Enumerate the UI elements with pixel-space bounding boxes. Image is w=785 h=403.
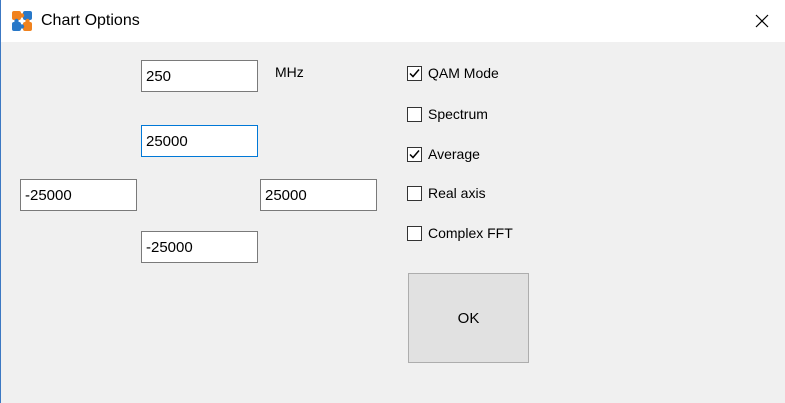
x-max-input[interactable] [260, 179, 377, 211]
window-title: Chart Options [41, 12, 140, 29]
qam-mode-label: QAM Mode [428, 65, 499, 81]
real-axis-label: Real axis [428, 185, 486, 201]
ok-button[interactable]: OK [408, 273, 529, 363]
spectrum-label: Spectrum [428, 106, 488, 122]
close-icon [755, 14, 769, 28]
complex-fft-label: Complex FFT [428, 225, 513, 241]
checkbox-box[interactable] [407, 146, 422, 162]
close-button[interactable] [739, 0, 785, 42]
qam-mode-checkbox[interactable]: QAM Mode [407, 62, 499, 84]
complex-fft-checkbox[interactable]: Complex FFT [407, 222, 513, 244]
checkmark-icon [409, 68, 420, 78]
checkbox-box[interactable] [407, 65, 422, 81]
real-axis-checkbox[interactable]: Real axis [407, 182, 486, 204]
title-bar[interactable]: Chart Options [1, 0, 785, 42]
dialog-client-area: MHz QAM Mode Spectrum Average [1, 42, 785, 403]
x-min-input[interactable] [20, 179, 137, 211]
checkbox-box[interactable] [407, 185, 422, 201]
puzzle-pieces-icon [12, 11, 32, 31]
checkbox-box[interactable] [407, 106, 422, 122]
frequency-unit-label: MHz [275, 64, 304, 80]
y-max-input[interactable] [141, 125, 258, 157]
average-label: Average [428, 146, 480, 162]
chart-options-dialog: Chart Options MHz QAM Mode Spectrum [0, 0, 785, 403]
average-checkbox[interactable]: Average [407, 143, 480, 165]
y-min-input[interactable] [141, 231, 258, 263]
checkmark-icon [409, 149, 420, 159]
spectrum-checkbox[interactable]: Spectrum [407, 103, 488, 125]
frequency-input[interactable] [141, 60, 258, 92]
checkbox-box[interactable] [407, 225, 422, 241]
